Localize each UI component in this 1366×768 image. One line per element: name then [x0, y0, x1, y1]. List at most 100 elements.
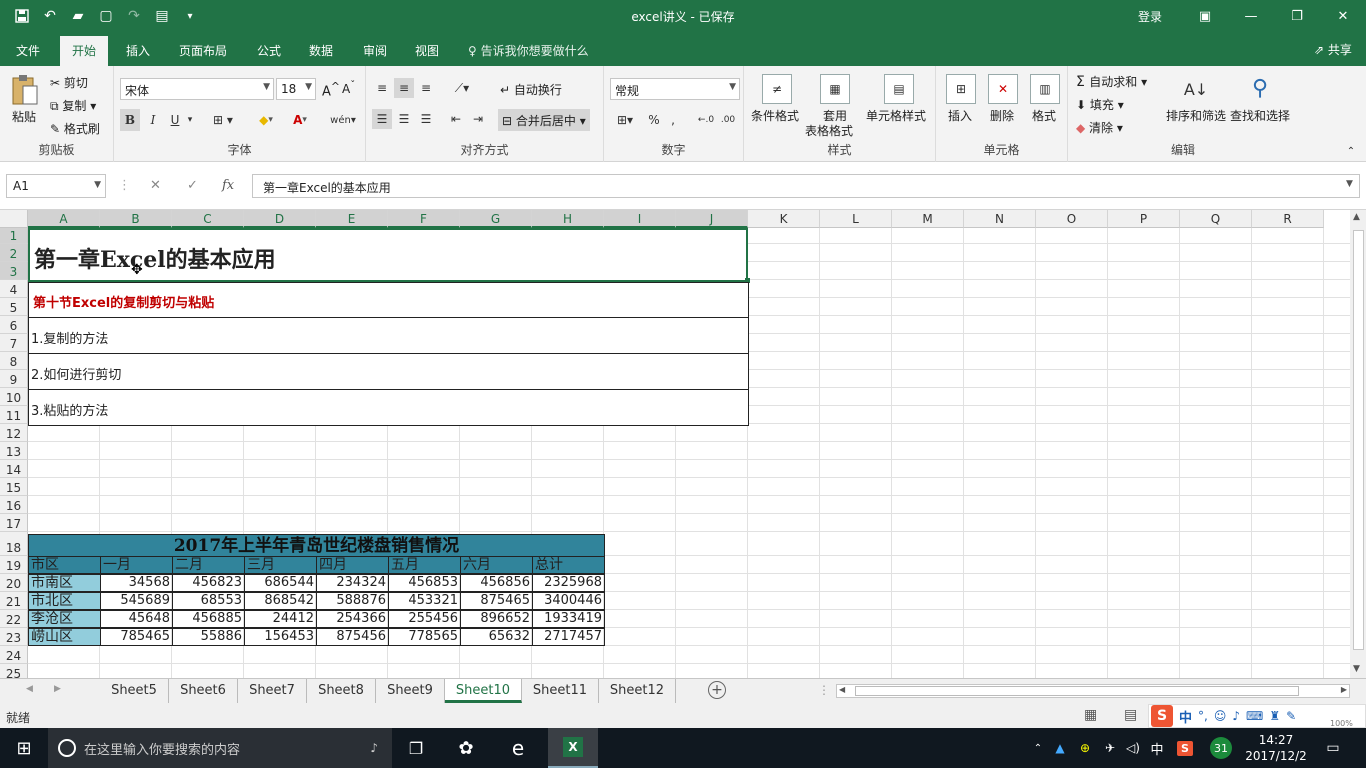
table-cell[interactable]: 2325968 [532, 574, 605, 592]
scroll-left-icon[interactable]: ◀ [839, 685, 845, 694]
sheet-tab-sheet12[interactable]: Sheet12 [599, 679, 676, 703]
sort-filter-button[interactable]: 排序和筛选 [1166, 107, 1226, 124]
row-header-5[interactable]: 5 [0, 298, 28, 316]
table-cell[interactable]: 875456 [316, 628, 389, 646]
clock[interactable]: 14:27 2017/12/2 [1240, 728, 1312, 768]
column-header-q[interactable]: Q [1180, 210, 1252, 228]
table-cell[interactable]: 588876 [316, 592, 389, 610]
tools-icon[interactable]: ✎ [1286, 709, 1296, 723]
format-painter-button[interactable]: ✎ 格式刷 [50, 120, 100, 137]
row-header-12[interactable]: 12 [0, 424, 28, 442]
enter-icon[interactable]: ✓ [187, 178, 198, 193]
row-header-15[interactable]: 15 [0, 478, 28, 496]
sheet-tab-sheet8[interactable]: Sheet8 [307, 679, 376, 703]
table-cell[interactable]: 456853 [388, 574, 461, 592]
splitter-icon[interactable]: ⋮ [818, 683, 830, 697]
table-cell[interactable]: 55886 [172, 628, 245, 646]
table-cell[interactable]: 686544 [244, 574, 317, 592]
expand-formula-icon[interactable]: ▼ [1346, 179, 1353, 189]
row-header-11[interactable]: 11 [0, 406, 28, 424]
district-cell[interactable]: 市北区 [28, 592, 101, 610]
name-box[interactable]: A1 ▼ [6, 174, 106, 198]
collapse-ribbon-icon[interactable]: ⌃ [1344, 144, 1358, 158]
insert-function-button[interactable]: fx [222, 178, 234, 193]
column-header-o[interactable]: O [1036, 210, 1108, 228]
edge-browser-icon[interactable]: e [496, 728, 540, 768]
row-header-14[interactable]: 14 [0, 460, 28, 478]
row-header-21[interactable]: 21 [0, 592, 28, 610]
align-right-icon[interactable]: ☰ [416, 109, 436, 129]
formula-input[interactable]: 第一章Excel的基本应用 [252, 174, 1360, 198]
scroll-thumb[interactable] [1353, 230, 1364, 650]
tab-view[interactable]: 视图 [415, 42, 439, 59]
fill-color-icon[interactable]: ◆ ▾ [252, 109, 280, 131]
align-bottom-icon[interactable]: ≡ [416, 78, 436, 98]
row-header-25[interactable]: 25 [0, 664, 28, 678]
percent-button[interactable]: % [646, 109, 662, 131]
copy-button[interactable]: ⧉ 复制 ▾ [50, 97, 96, 114]
column-header-h[interactable]: H [532, 210, 604, 228]
column-header-a[interactable]: A [28, 210, 100, 228]
notification-icon[interactable]: ▭ [1318, 728, 1348, 768]
volume-icon[interactable]: ◁) [1122, 728, 1144, 768]
paste-button[interactable]: 粘贴 [12, 108, 36, 125]
merge-center-button[interactable]: ⊟ 合并后居中 ▾ [498, 109, 590, 131]
tab-page-layout[interactable]: 页面布局 [179, 42, 227, 59]
align-left-icon[interactable]: ☰ [372, 109, 392, 129]
orientation-icon[interactable]: ⟋▾ [448, 78, 476, 98]
table-cell[interactable]: 254366 [316, 610, 389, 628]
sheet-tab-sheet10[interactable]: Sheet10 [445, 679, 522, 703]
column-header-k[interactable]: K [748, 210, 820, 228]
row-header-3[interactable]: 3 [0, 262, 28, 280]
table-cell[interactable]: 875465 [460, 592, 533, 610]
cell-a8-merged[interactable]: 2.如何进行剪切 [28, 353, 749, 390]
tab-formulas[interactable]: 公式 [257, 42, 281, 59]
number-format-select[interactable]: 常规 ▼ [610, 78, 740, 100]
tab-home[interactable]: 开始 [60, 36, 109, 66]
emoji-icon[interactable]: ☺ [1214, 709, 1227, 723]
sheet-tab-sheet9[interactable]: Sheet9 [376, 679, 445, 703]
column-header-i[interactable]: I [604, 210, 676, 228]
find-select-button[interactable]: 查找和选择 [1230, 107, 1290, 124]
share-button[interactable]: ⇗ 共享 [1314, 41, 1352, 58]
row-header-2[interactable]: 2 [0, 244, 28, 262]
fill-button[interactable]: ⬇ 填充 ▾ [1076, 96, 1124, 113]
excel-taskbar-icon[interactable]: X [548, 728, 598, 768]
calendar-badge-icon[interactable]: 31 [1208, 728, 1234, 768]
table-cell[interactable]: 156453 [244, 628, 317, 646]
border-icon[interactable]: ⊞ ▾ [210, 109, 236, 131]
punctuation-icon[interactable]: °, [1198, 709, 1208, 723]
table-format-button[interactable]: 表格格式 [805, 122, 853, 139]
minimize-icon[interactable]: — [1228, 0, 1274, 32]
decrease-font-icon[interactable]: Aˇ [342, 80, 355, 96]
column-header-j[interactable]: J [676, 210, 748, 228]
table-header-cell[interactable]: 三月 [244, 556, 317, 574]
shirt-icon[interactable]: ♜ [1269, 709, 1280, 723]
table-cell[interactable]: 3400446 [532, 592, 605, 610]
increase-indent-icon[interactable]: ⇥ [468, 109, 488, 129]
table-header-cell[interactable]: 一月 [100, 556, 173, 574]
comma-button[interactable]: , [666, 109, 680, 131]
table-header-cell[interactable]: 四月 [316, 556, 389, 574]
column-header-g[interactable]: G [460, 210, 532, 228]
table-cell[interactable]: 68553 [172, 592, 245, 610]
clear-button[interactable]: ◆ 清除 ▾ [1076, 119, 1123, 136]
sheet-tab-sheet5[interactable]: Sheet5 [100, 679, 169, 703]
row-header-4[interactable]: 4 [0, 280, 28, 298]
table-cell[interactable]: 778565 [388, 628, 461, 646]
italic-button[interactable]: I [144, 109, 162, 131]
row-header-24[interactable]: 24 [0, 646, 28, 664]
district-cell[interactable]: 崂山区 [28, 628, 101, 646]
conditional-format-button[interactable]: 条件格式 [751, 107, 799, 124]
vertical-scrollbar[interactable]: ▲ ▼ [1350, 210, 1366, 678]
table-cell[interactable]: 45648 [100, 610, 173, 628]
sogou-icon[interactable]: S [1151, 705, 1173, 727]
bold-button[interactable]: B [120, 109, 140, 131]
sheet-tab-sheet6[interactable]: Sheet6 [169, 679, 238, 703]
cell-a6-merged[interactable]: 1.复制的方法 [28, 317, 749, 354]
row-header-20[interactable]: 20 [0, 574, 28, 592]
table-cell[interactable]: 1933419 [532, 610, 605, 628]
table-header-cell[interactable]: 二月 [172, 556, 245, 574]
cell-a10-merged[interactable]: 3.粘贴的方法 [28, 389, 749, 426]
tab-data[interactable]: 数据 [309, 42, 333, 59]
